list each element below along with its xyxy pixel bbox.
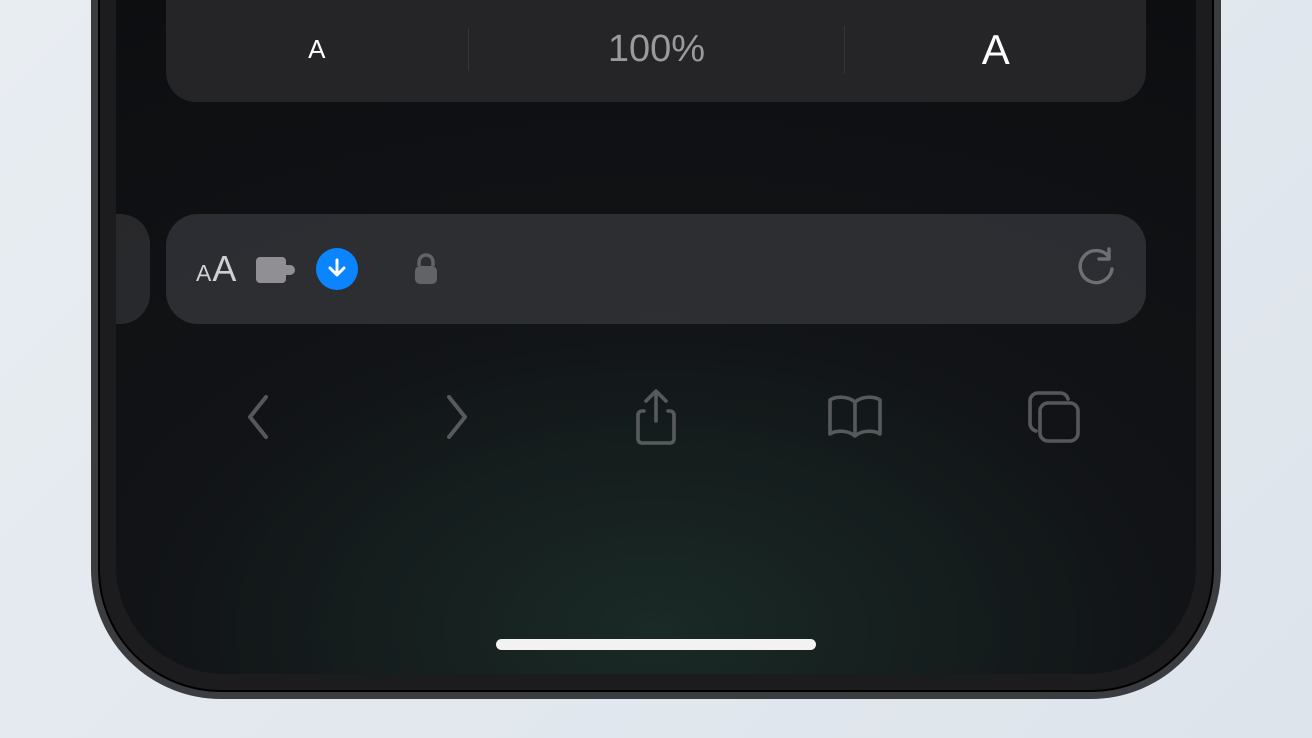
- address-bar-left-cluster: A A: [196, 248, 440, 290]
- zoom-out-button[interactable]: A: [166, 34, 468, 65]
- zoom-out-glyph: A: [308, 34, 325, 65]
- share-button[interactable]: [616, 382, 696, 452]
- home-indicator[interactable]: [496, 639, 816, 650]
- aa-small-glyph: A: [196, 260, 211, 287]
- phone-screen: Downloads Show Reader: [116, 0, 1196, 674]
- aa-large-glyph: A: [212, 248, 236, 290]
- text-size-icon[interactable]: A A: [196, 248, 236, 290]
- zoom-in-glyph: A: [982, 26, 1010, 74]
- tabs-icon: [1026, 389, 1082, 445]
- bookmarks-button[interactable]: [815, 382, 895, 452]
- chevron-right-icon: [441, 391, 473, 443]
- phone-frame: Downloads Show Reader: [91, 0, 1221, 699]
- extensions-icon[interactable]: [256, 251, 296, 287]
- zoom-percent-label: 100%: [608, 28, 705, 71]
- back-button[interactable]: [218, 382, 298, 452]
- share-icon: [632, 387, 680, 447]
- previous-tab-sliver[interactable]: [116, 214, 150, 324]
- lock-icon: [412, 252, 440, 286]
- reload-icon[interactable]: [1076, 247, 1116, 291]
- address-bar[interactable]: A A: [166, 214, 1146, 324]
- forward-button[interactable]: [417, 382, 497, 452]
- zoom-reset-button[interactable]: 100%: [468, 28, 845, 71]
- zoom-in-button[interactable]: A: [844, 26, 1146, 74]
- tabs-button[interactable]: [1014, 382, 1094, 452]
- zoom-row: A 100% A: [166, 0, 1146, 102]
- page-settings-popover: Downloads Show Reader: [166, 0, 1146, 102]
- bottom-toolbar: [116, 362, 1196, 472]
- book-icon: [824, 392, 886, 442]
- download-active-icon[interactable]: [316, 248, 358, 290]
- chevron-left-icon: [242, 391, 274, 443]
